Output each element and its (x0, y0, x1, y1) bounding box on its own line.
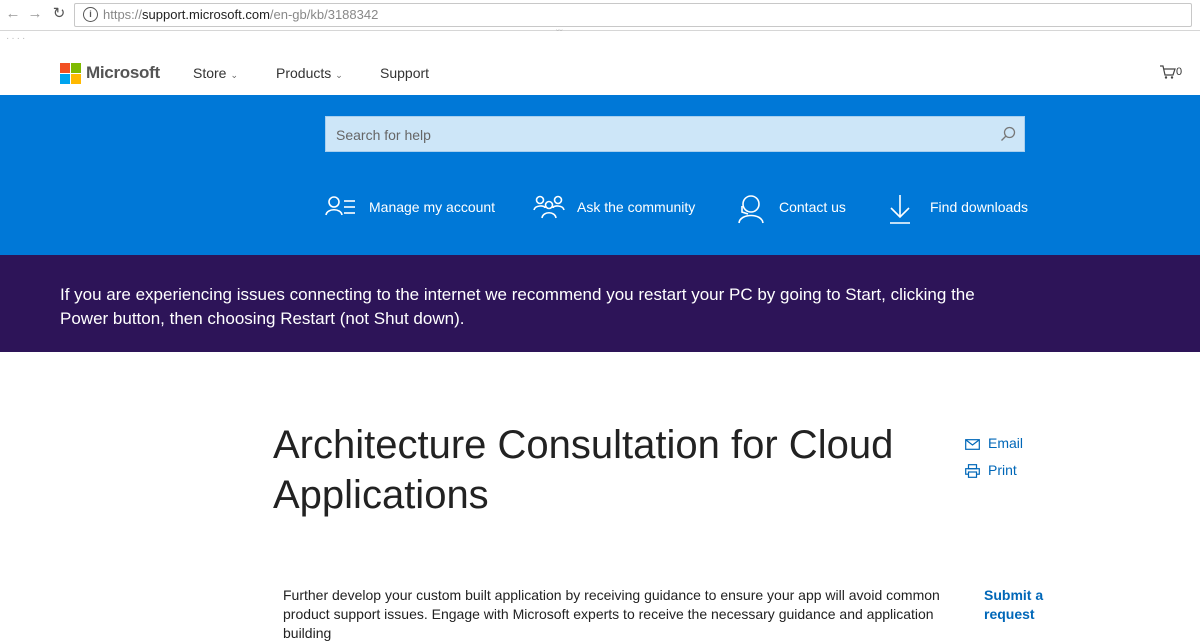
chevron-down-icon: ⌄ (230, 70, 239, 80)
search-placeholder: Search for help (336, 127, 431, 143)
page-title: Architecture Consultation for Cloud Appl… (273, 423, 894, 517)
find-downloads-link[interactable]: Find downloads (888, 193, 1038, 224)
notice-message: If you are experiencing issues connectin… (60, 285, 975, 328)
ask-community-label: Ask the community (577, 199, 696, 215)
email-label: Email (988, 435, 1024, 451)
nav-store[interactable]: Store ⌄ (193, 65, 238, 81)
cart-icon (1160, 65, 1176, 79)
bookmark-strip: ···· ˇˇ (0, 29, 1200, 51)
url-text: https://support.microsoft.com/en-gb/kb/3… (103, 7, 379, 22)
info-icon[interactable]: i (83, 7, 98, 22)
notice-banner: If you are experiencing issues connectin… (0, 255, 1200, 352)
grip-icon: ···· (6, 33, 28, 44)
nav-products[interactable]: Products ⌄ (276, 65, 343, 81)
chevron-down-icon: ⌄ (335, 70, 343, 80)
nav-support[interactable]: Support (380, 65, 429, 81)
manage-account-link[interactable]: Manage my account (325, 193, 495, 223)
reload-icon[interactable]: ↻ (50, 5, 68, 23)
microsoft-logo-icon[interactable] (60, 63, 81, 84)
contact-us-link[interactable]: Contact us (736, 193, 856, 224)
mail-icon (965, 438, 980, 450)
back-icon[interactable]: ← (4, 5, 22, 23)
site-header: Microsoft Store ⌄ Products ⌄ Support 0 (0, 51, 1200, 95)
account-list-icon (325, 196, 355, 216)
cart-button[interactable]: 0 (1160, 65, 1182, 79)
printer-icon (965, 464, 980, 479)
cart-count: 0 (1176, 65, 1183, 78)
search-icon[interactable] (1000, 126, 1016, 142)
submit-request-link[interactable]: Submit a request (984, 586, 1054, 624)
ask-community-link[interactable]: Ask the community (533, 193, 703, 223)
print-link[interactable]: Print (965, 462, 1017, 479)
article-description: Further develop your custom built applic… (283, 587, 940, 641)
find-downloads-label: Find downloads (930, 199, 1029, 215)
chevron-down-icon[interactable]: ˇˇ (556, 29, 563, 40)
brand-name[interactable]: Microsoft (86, 63, 160, 83)
hero-section: Search for help Manage my account Ask th… (0, 95, 1200, 255)
headset-icon (738, 195, 764, 224)
download-icon (890, 195, 910, 224)
browser-toolbar: ← → ↻ i https://support.microsoft.com/en… (0, 0, 1200, 31)
address-bar[interactable]: i https://support.microsoft.com/en-gb/kb… (74, 3, 1192, 27)
print-label: Print (988, 462, 1017, 478)
contact-us-label: Contact us (779, 199, 846, 215)
community-icon (533, 195, 565, 219)
email-link[interactable]: Email (965, 435, 1023, 451)
search-input[interactable]: Search for help (325, 116, 1025, 152)
forward-icon[interactable]: → (26, 5, 44, 23)
manage-account-label: Manage my account (369, 199, 496, 215)
